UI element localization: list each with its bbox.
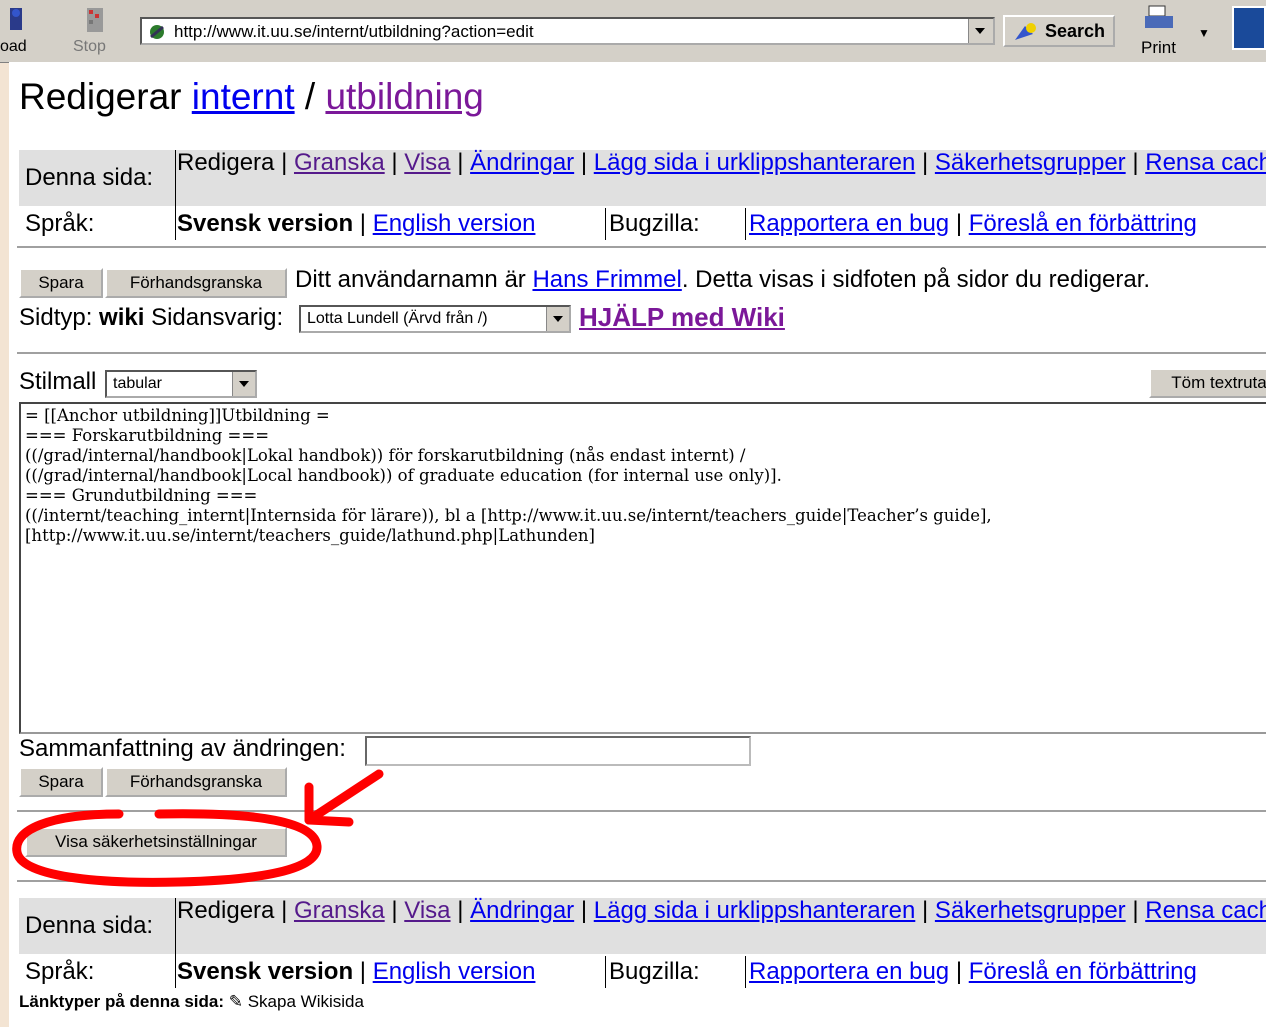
style-select[interactable]: tabular [105,370,257,398]
url-text[interactable]: http://www.it.uu.se/internt/utbildning?a… [174,22,534,42]
search-label: Search [1045,21,1106,41]
language-label: Språk: [25,210,95,237]
page-label: Denna sida: [25,912,154,939]
action-clear-cache[interactable]: Rensa cache [1145,149,1266,176]
pagetype-line: Sidtyp: wiki Sidansvarig: [19,304,284,331]
suggest-link[interactable]: Föreslå en förbättring [969,210,1197,237]
title-link-internt[interactable]: internt [192,76,295,117]
pagetype-value: wiki [99,304,145,331]
pencil-icon: ✎ [228,992,243,1011]
action-changes[interactable]: Ändringar [470,897,574,924]
page-actions: Redigera | Granska | Visa | Ändringar | … [177,148,1266,177]
action-changes[interactable]: Ändringar [470,149,574,176]
action-security-groups[interactable]: Säkerhetsgrupper [935,897,1126,924]
bugzilla-links: Rapportera en bug | Föreslå en förbättri… [745,208,1197,240]
browser-logo [1232,6,1266,50]
page-label: Denna sida: [25,164,154,191]
content-textarea[interactable]: = [[Anchor utbildning]]Utbildning = === … [19,402,1266,734]
report-bug-link[interactable]: Rapportera en bug [749,958,949,985]
username-line: Ditt användarnamn är Hans Frimmel. Detta… [295,266,1151,293]
language-english[interactable]: English version [373,958,536,985]
print-dropdown-icon[interactable]: ▼ [1198,26,1210,40]
help-link[interactable]: HJÄLP med Wiki [579,302,785,333]
action-view[interactable]: Visa [404,897,450,924]
bugzilla-label: Bugzilla: [605,956,700,988]
language-links: Svensk version | English version [177,958,536,985]
page-content: Redigerar internt / utbildning Denna sid… [9,62,1266,1027]
action-view[interactable]: Visa [404,149,450,176]
preview-button-bottom[interactable]: Förhandsgranska [105,767,287,797]
username-link[interactable]: Hans Frimmel [532,266,681,293]
bugzilla-links: Rapportera en bug | Föreslå en förbättri… [745,956,1197,988]
suggest-link[interactable]: Föreslå en förbättring [969,958,1197,985]
action-clipboard[interactable]: Lägg sida i urklippshanteraren [594,897,916,924]
printer-icon [1145,5,1173,28]
preview-button-top[interactable]: Förhandsgranska [105,268,287,298]
bugzilla-label: Bugzilla: [605,208,700,240]
summary-label: Sammanfattning av ändringen: [19,735,346,762]
title-link-utbildning[interactable]: utbildning [325,76,483,117]
print-label: Print [1141,38,1176,57]
divider [17,352,1266,354]
browser-toolbar: oad Stop http://www.it.uu.se/internt/utb… [0,0,1266,63]
chevron-down-icon[interactable] [232,372,255,396]
save-button-bottom[interactable]: Spara [19,767,103,797]
search-button[interactable]: Search [1003,15,1115,47]
url-dropdown-icon[interactable] [968,19,993,43]
action-security-groups[interactable]: Säkerhetsgrupper [935,149,1126,176]
stop-button[interactable]: Stop [70,4,118,55]
divider [17,246,1266,248]
summary-input[interactable] [365,736,751,766]
link-type-item: Skapa Wikisida [247,992,364,1011]
action-edit: Redigera [177,149,275,176]
action-clear-cache[interactable]: Rensa cache [1145,897,1266,924]
language-links: Svensk version | English version [177,210,536,237]
clear-text-button[interactable]: Töm textruta [1149,368,1266,398]
action-review[interactable]: Granska [294,897,385,924]
search-icon [1015,23,1036,40]
link-types-footer: Länktyper på denna sida: ✎ Skapa Wikisid… [19,992,364,1012]
reload-icon [10,8,22,30]
action-review[interactable]: Granska [294,149,385,176]
action-clipboard[interactable]: Lägg sida i urklippshanteraren [594,149,916,176]
page-actions: Redigera | Granska | Visa | Ändringar | … [177,896,1266,925]
divider [17,880,1266,882]
stop-icon [87,8,103,32]
language-label: Språk: [25,958,95,985]
print-button[interactable]: Print [1135,4,1185,57]
save-button-top[interactable]: Spara [19,268,103,298]
show-security-settings-button[interactable]: Visa säkerhetsinställningar [25,827,287,857]
report-bug-link[interactable]: Rapportera en bug [749,210,949,237]
style-label: Stilmall [19,368,97,395]
language-swedish: Svensk version [177,210,354,237]
language-english[interactable]: English version [373,210,536,237]
url-bar[interactable]: http://www.it.uu.se/internt/utbildning?a… [140,17,995,45]
stop-label: Stop [73,38,106,55]
action-edit: Redigera [177,897,275,924]
chevron-down-icon[interactable] [546,307,569,331]
reload-button[interactable]: oad [0,4,46,55]
link-types-label: Länktyper på denna sida: [19,992,224,1011]
language-swedish: Svensk version [177,958,354,985]
reload-label: oad [0,38,27,55]
divider [17,810,1266,812]
page-icon [150,25,164,39]
page-title: Redigerar internt / utbildning [19,76,484,117]
responsible-select[interactable]: Lotta Lundell (Ärvd från /) [299,305,571,333]
